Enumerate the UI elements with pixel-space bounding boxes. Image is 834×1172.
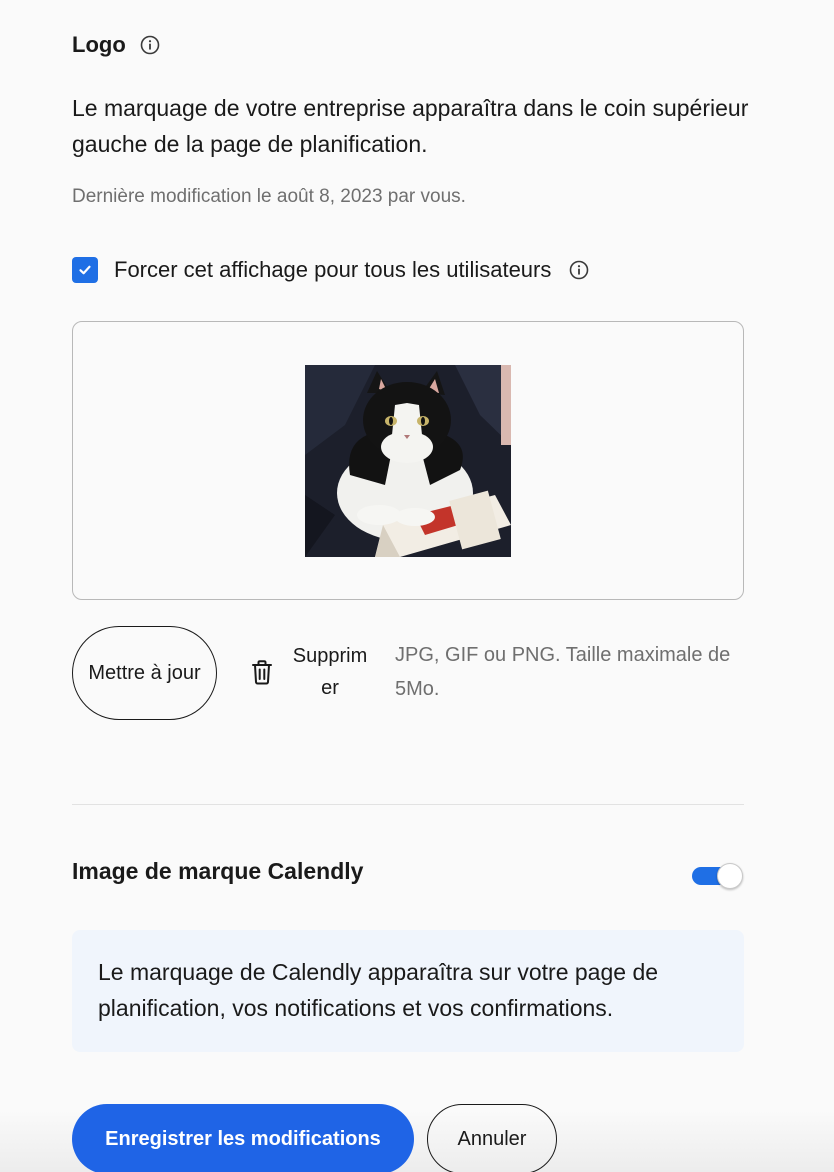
section-divider bbox=[72, 804, 744, 805]
file-format-hint: JPG, GIF ou PNG. Taille maximale de 5Mo. bbox=[395, 644, 731, 700]
checkmark-icon bbox=[79, 265, 91, 275]
logo-description: Le marquage de votre entreprise apparaît… bbox=[72, 95, 749, 157]
delete-label: Supprimer bbox=[292, 645, 368, 699]
delete-logo-button[interactable]: Supprimer bbox=[248, 640, 370, 704]
branding-settings-page: Logo Le marquage de votre entreprise app… bbox=[0, 0, 834, 1172]
info-icon[interactable] bbox=[140, 35, 160, 55]
force-display-checkbox[interactable] bbox=[72, 257, 98, 283]
logo-section-title: Logo bbox=[72, 32, 126, 57]
toggle-knob bbox=[717, 863, 743, 889]
last-modified-text: Dernière modification le août 8, 2023 pa… bbox=[72, 186, 466, 207]
brand-info-note: Le marquage de Calendly apparaîtra sur v… bbox=[72, 930, 744, 1052]
trash-icon bbox=[248, 658, 276, 686]
cancel-button[interactable]: Annuler bbox=[427, 1104, 557, 1172]
calendly-branding-toggle[interactable] bbox=[692, 862, 744, 890]
brand-section-title: Image de marque Calendly bbox=[72, 858, 364, 884]
save-changes-button[interactable]: Enregistrer les modifications bbox=[72, 1104, 414, 1172]
update-logo-button[interactable]: Mettre à jour bbox=[72, 626, 217, 720]
force-display-row: Forcer cet affichage pour tous les utili… bbox=[72, 257, 589, 283]
force-display-label: Forcer cet affichage pour tous les utili… bbox=[114, 257, 552, 282]
info-icon[interactable] bbox=[569, 260, 589, 280]
logo-image bbox=[305, 365, 511, 557]
logo-title-row: Logo bbox=[72, 32, 160, 58]
logo-preview-box bbox=[72, 321, 744, 600]
